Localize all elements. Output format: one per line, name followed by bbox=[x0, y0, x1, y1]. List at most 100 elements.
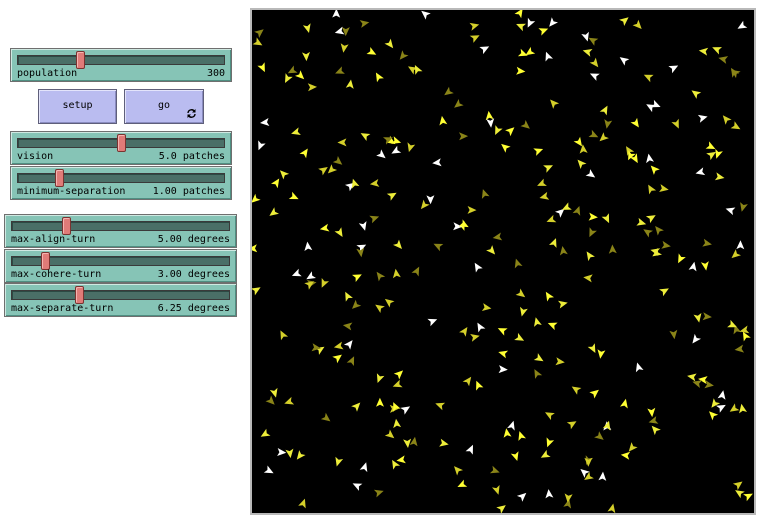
boid-agent bbox=[433, 243, 444, 252]
boid-agent bbox=[393, 370, 404, 380]
max-align-turn-slider-knob[interactable] bbox=[62, 217, 72, 235]
max-align-turn-slider-track[interactable] bbox=[11, 217, 230, 235]
boid-agent bbox=[507, 420, 515, 431]
boid-agent bbox=[299, 148, 308, 159]
boid-agent bbox=[588, 129, 599, 138]
boid-agent bbox=[549, 17, 558, 27]
boid-agent bbox=[514, 332, 525, 341]
minimum-separation-slider-track[interactable] bbox=[17, 169, 225, 187]
minimum-separation-slider-knob[interactable] bbox=[55, 169, 65, 187]
boid-agent bbox=[566, 421, 577, 430]
boid-agent bbox=[420, 199, 430, 210]
boid-agent bbox=[295, 70, 305, 80]
boid-agent bbox=[547, 322, 558, 331]
boid-agent bbox=[252, 287, 261, 296]
boid-agent bbox=[736, 240, 745, 250]
vision-slider-knob[interactable] bbox=[117, 134, 126, 152]
boid-agent bbox=[594, 431, 604, 440]
boid-agent bbox=[628, 442, 638, 452]
population-slider[interactable]: population 300 bbox=[10, 48, 232, 82]
boid-agent bbox=[725, 207, 736, 216]
boid-agent bbox=[619, 57, 630, 66]
boid-agent bbox=[651, 425, 661, 436]
boid-agent bbox=[520, 306, 528, 317]
boid-agent bbox=[258, 140, 266, 151]
boid-agent bbox=[337, 138, 347, 147]
boid-agent bbox=[545, 291, 554, 302]
boid-agent bbox=[527, 17, 536, 28]
boid-agent bbox=[469, 22, 480, 31]
boid-agent bbox=[479, 46, 490, 55]
boid-agent bbox=[545, 412, 555, 421]
boid-agent bbox=[573, 136, 582, 147]
boid-agent bbox=[698, 47, 709, 56]
boid-agent bbox=[351, 402, 361, 412]
boid-agent bbox=[546, 214, 557, 223]
max-align-turn-slider[interactable]: max-align-turn 5.00 degrees bbox=[4, 214, 237, 248]
boid-agent bbox=[539, 191, 550, 200]
boid-agent bbox=[643, 229, 653, 238]
boid-agent bbox=[737, 20, 748, 29]
boid-agent bbox=[571, 386, 582, 395]
boid-agent bbox=[589, 73, 600, 81]
boid-agent bbox=[467, 206, 477, 214]
boid-agent bbox=[516, 492, 527, 502]
population-slider-knob[interactable] bbox=[75, 51, 85, 69]
setup-button[interactable]: setup bbox=[38, 89, 117, 124]
boid-agent bbox=[332, 156, 343, 165]
boid-agent bbox=[481, 189, 490, 199]
boid-agent bbox=[360, 133, 371, 141]
max-cohere-turn-slider[interactable]: max-cohere-turn 3.00 degrees bbox=[4, 249, 237, 283]
boid-agent bbox=[505, 127, 515, 137]
boid-agent bbox=[727, 319, 737, 328]
boid-agent bbox=[458, 219, 469, 228]
boid-agent bbox=[359, 462, 368, 473]
max-separate-turn-slider[interactable]: max-separate-turn 6.25 degrees bbox=[4, 283, 237, 317]
vision-slider-track[interactable] bbox=[17, 134, 225, 152]
vision-slider[interactable]: vision 5.0 patches bbox=[10, 131, 232, 165]
boid-agent bbox=[321, 278, 329, 288]
boid-agent bbox=[718, 56, 729, 64]
boid-agent bbox=[533, 148, 544, 156]
boid-agent bbox=[257, 62, 265, 73]
boid-agent bbox=[307, 83, 317, 92]
boid-agent bbox=[265, 395, 275, 405]
boid-agent bbox=[599, 105, 608, 116]
boid-agent bbox=[444, 86, 454, 96]
max-cohere-turn-slider-knob[interactable] bbox=[40, 252, 50, 270]
boid-agent bbox=[515, 288, 526, 298]
boid-agent bbox=[601, 213, 610, 224]
boid-agent bbox=[516, 66, 526, 75]
boid-agent bbox=[648, 416, 659, 424]
boid-agent bbox=[555, 208, 565, 218]
boid-agent bbox=[343, 340, 353, 350]
minimum-separation-slider[interactable]: minimum-separation 1.00 patches bbox=[10, 166, 232, 200]
boid-agent bbox=[421, 10, 431, 20]
boid-agent bbox=[306, 271, 316, 280]
boid-agent bbox=[702, 312, 712, 321]
boid-agent bbox=[525, 46, 536, 56]
boid-agent bbox=[296, 450, 306, 460]
boid-agent bbox=[743, 493, 753, 502]
boid-agent bbox=[716, 404, 726, 413]
boid-agent bbox=[454, 99, 464, 108]
population-slider-track[interactable] bbox=[17, 51, 225, 69]
go-button[interactable]: go bbox=[124, 89, 204, 124]
boid-agent bbox=[648, 184, 657, 195]
boid-agent bbox=[692, 380, 703, 388]
boid-agent bbox=[252, 193, 261, 203]
boid-agent bbox=[742, 331, 751, 342]
boid-agent bbox=[691, 90, 702, 99]
boid-agent bbox=[432, 158, 442, 167]
world-view[interactable] bbox=[250, 8, 756, 515]
max-separate-turn-slider-track[interactable] bbox=[11, 286, 230, 304]
boid-agent bbox=[332, 10, 341, 18]
max-cohere-turn-slider-track[interactable] bbox=[11, 252, 230, 270]
boid-agent bbox=[498, 365, 508, 374]
boid-agent bbox=[589, 389, 599, 399]
max-separate-turn-slider-knob[interactable] bbox=[75, 286, 85, 304]
boid-agent bbox=[588, 37, 599, 46]
boid-agent bbox=[643, 74, 654, 83]
boid-agent bbox=[411, 266, 420, 277]
boid-agent bbox=[497, 328, 508, 336]
